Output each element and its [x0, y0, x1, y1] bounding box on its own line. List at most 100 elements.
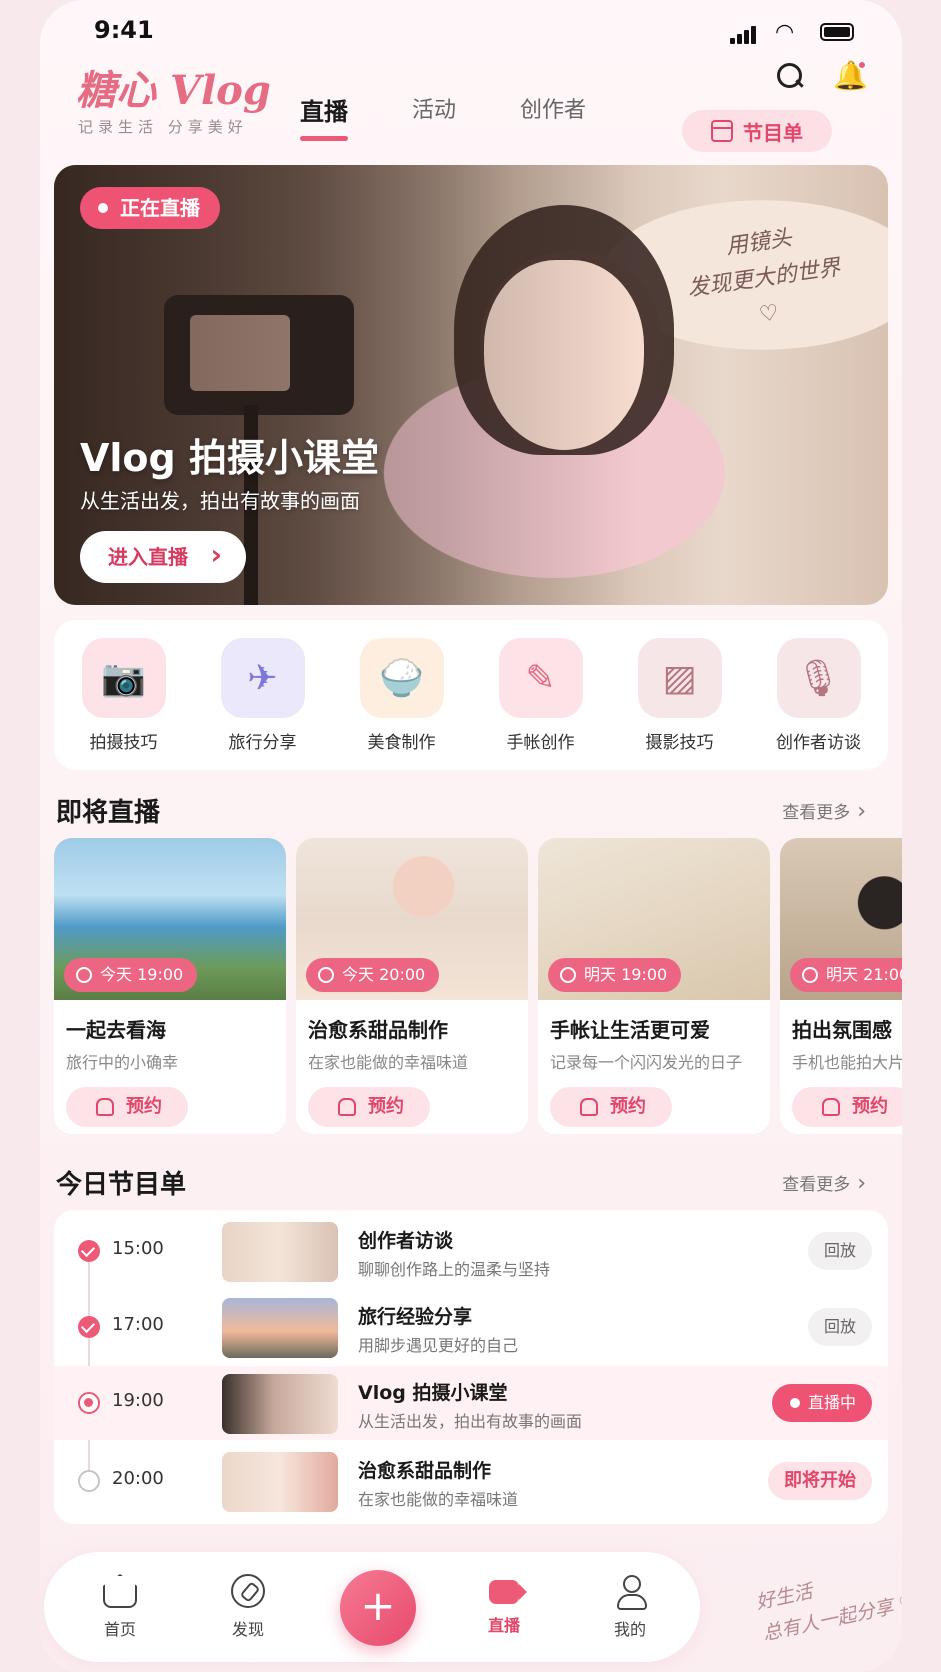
live-dot-icon	[78, 1392, 100, 1414]
schedule-row[interactable]: 17:00 旅行经验分享 用脚步遇见更好的自己 回放	[54, 1290, 888, 1364]
microphone-icon: 🎙	[776, 638, 861, 718]
nav-home-label: 首页	[103, 1620, 136, 1639]
live-banner[interactable]: 正在直播 用镜头 发现更大的世界 ♡ Vlog 拍摄小课堂 从生活出发，拍出有故…	[54, 165, 888, 605]
compass-icon	[231, 1574, 265, 1608]
category-label: 创作者访谈	[776, 733, 861, 753]
signal-icon	[730, 26, 758, 44]
card-thumbnail: 今天 20:00	[296, 838, 528, 1000]
airplane-icon: ✈	[220, 638, 305, 718]
upcoming-card[interactable]: 明天 21:00 拍出氛围感 手机也能拍大片 预约	[780, 838, 902, 1134]
replay-button[interactable]: 回放	[807, 1232, 872, 1270]
schedule-title: 治愈系甜品制作	[358, 1460, 492, 1482]
card-desc: 手机也能拍大片	[792, 1053, 902, 1072]
pending-dot-icon	[78, 1470, 100, 1492]
category-food[interactable]: 🍚 美食制作	[337, 638, 467, 770]
category-grid: 📷 拍摄技巧 ✈ 旅行分享 🍚 美食制作 ✎ 手帐创作 ▨ 摄影技巧 🎙 创作者…	[54, 620, 888, 770]
schedule-row[interactable]: 20:00 治愈系甜品制作 在家也能做的幸福味道 即将开始	[54, 1444, 888, 1518]
image-icon: ▨	[637, 638, 722, 718]
category-label: 摄影技巧	[645, 733, 714, 753]
card-desc: 在家也能做的幸福味道	[308, 1053, 469, 1072]
tab-live[interactable]: 直播	[300, 92, 348, 141]
schedule-thumbnail	[222, 1222, 338, 1282]
card-thumbnail: 今天 19:00	[54, 838, 286, 1000]
category-shooting-tips[interactable]: 📷 拍摄技巧	[59, 638, 189, 770]
category-label: 手帐创作	[506, 733, 575, 753]
nav-me-label: 我的	[613, 1620, 646, 1639]
category-photography[interactable]: ▨ 摄影技巧	[615, 638, 745, 770]
upcoming-card[interactable]: 明天 19:00 手帐让生活更可爱 记录每一个闪闪发光的日子 预约	[538, 838, 770, 1134]
wifi-icon: ◠	[775, 20, 795, 45]
battery-icon	[820, 23, 854, 41]
schedule-time: 20:00	[112, 1468, 164, 1489]
nav-home[interactable]: 首页	[80, 1574, 160, 1640]
notification-dot	[857, 60, 867, 70]
upcoming-card[interactable]: 今天 19:00 一起去看海 旅行中的小确幸 预约	[54, 838, 286, 1134]
category-journal[interactable]: ✎ 手帐创作	[476, 638, 606, 770]
bowl-icon: 🍚	[359, 638, 444, 718]
app-screen: 9:41 ◠ 糖心 Vlog 记录生活 分享美好 直播 活动 创作者 🔔 节目单…	[40, 0, 902, 1672]
schedule-desc: 用脚步遇见更好的自己	[358, 1336, 519, 1355]
check-icon	[78, 1316, 100, 1338]
reserve-button[interactable]: 预约	[308, 1087, 430, 1127]
schedule-time: 15:00	[112, 1238, 164, 1259]
schedule-time: 19:00	[112, 1390, 164, 1411]
reserve-button[interactable]: 预约	[66, 1087, 188, 1127]
live-now-button[interactable]: 直播中	[771, 1384, 872, 1422]
schedule-see-more[interactable]: 查看更多	[782, 1170, 866, 1196]
schedule-desc: 聊聊创作路上的温柔与坚持	[358, 1260, 551, 1279]
schedule-title: Vlog 拍摄小课堂	[358, 1382, 508, 1404]
category-label: 拍摄技巧	[89, 733, 158, 753]
schedule-thumbnail	[222, 1298, 338, 1358]
card-title: 手帐让生活更可爱	[550, 1018, 710, 1042]
live-badge: 正在直播	[80, 187, 220, 229]
user-icon	[613, 1574, 647, 1610]
top-tabs: 直播 活动 创作者	[300, 92, 586, 141]
card-time-badge: 今天 20:00	[306, 958, 440, 992]
category-interviews[interactable]: 🎙 创作者访谈	[754, 638, 884, 770]
schedule-list: 15:00 创作者访谈 聊聊创作路上的温柔与坚持 回放 17:00 旅行经验分享…	[54, 1210, 888, 1524]
schedule-section-title: 今日节目单	[56, 1170, 187, 1200]
schedule-row-live[interactable]: 19:00 Vlog 拍摄小课堂 从生活出发，拍出有故事的画面 直播中	[54, 1366, 888, 1440]
footnote-handwriting: 好生活 总有人一起分享 ♡	[754, 1580, 902, 1646]
reserve-button[interactable]: 预约	[550, 1087, 672, 1127]
schedule-thumbnail	[222, 1374, 338, 1434]
upcoming-card[interactable]: 今天 20:00 治愈系甜品制作 在家也能做的幸福味道 预约	[296, 838, 528, 1134]
schedule-button[interactable]: 节目单	[682, 110, 832, 152]
enter-live-button[interactable]: 进入直播	[80, 529, 246, 583]
bottom-nav: 首页 发现 + 直播 我的	[44, 1552, 700, 1662]
calendar-icon	[711, 120, 733, 142]
schedule-title: 旅行经验分享	[358, 1306, 473, 1328]
nav-live-label: 直播	[487, 1616, 520, 1635]
category-label: 美食制作	[367, 733, 436, 753]
card-title: 一起去看海	[66, 1018, 166, 1042]
replay-button[interactable]: 回放	[807, 1308, 872, 1346]
card-time-badge: 明天 19:00	[548, 958, 682, 992]
schedule-row[interactable]: 15:00 创作者访谈 聊聊创作路上的温柔与坚持 回放	[54, 1214, 888, 1288]
nav-discover-label: 发现	[231, 1620, 264, 1639]
bell-icon[interactable]: 🔔	[833, 60, 868, 92]
check-icon	[78, 1240, 100, 1262]
nav-live[interactable]: 直播	[464, 1574, 544, 1636]
search-icon[interactable]	[774, 60, 806, 92]
schedule-desc: 在家也能做的幸福味道	[358, 1490, 519, 1509]
card-desc: 记录每一个闪闪发光的日子	[550, 1053, 743, 1072]
banner-subtitle: 从生活出发，拍出有故事的画面	[80, 489, 360, 513]
upcoming-section-title: 即将直播	[56, 798, 161, 828]
home-icon	[103, 1574, 137, 1608]
coming-soon-button[interactable]: 即将开始	[768, 1462, 872, 1500]
card-desc: 旅行中的小确幸	[66, 1053, 179, 1072]
card-time-badge: 今天 19:00	[64, 958, 198, 992]
category-travel[interactable]: ✈ 旅行分享	[198, 638, 328, 770]
camera-icon: 📷	[81, 638, 166, 718]
upcoming-see-more[interactable]: 查看更多	[782, 798, 866, 824]
category-label: 旅行分享	[228, 733, 297, 753]
nav-me[interactable]: 我的	[590, 1574, 670, 1640]
tab-creators[interactable]: 创作者	[520, 92, 586, 127]
status-bar: 9:41 ◠	[40, 14, 902, 50]
notebook-icon: ✎	[498, 638, 583, 718]
reserve-button[interactable]: 预约	[792, 1087, 902, 1127]
tab-activity[interactable]: 活动	[412, 92, 456, 127]
create-button[interactable]: +	[340, 1570, 416, 1646]
card-title: 拍出氛围感	[792, 1018, 892, 1042]
nav-discover[interactable]: 发现	[208, 1574, 288, 1640]
